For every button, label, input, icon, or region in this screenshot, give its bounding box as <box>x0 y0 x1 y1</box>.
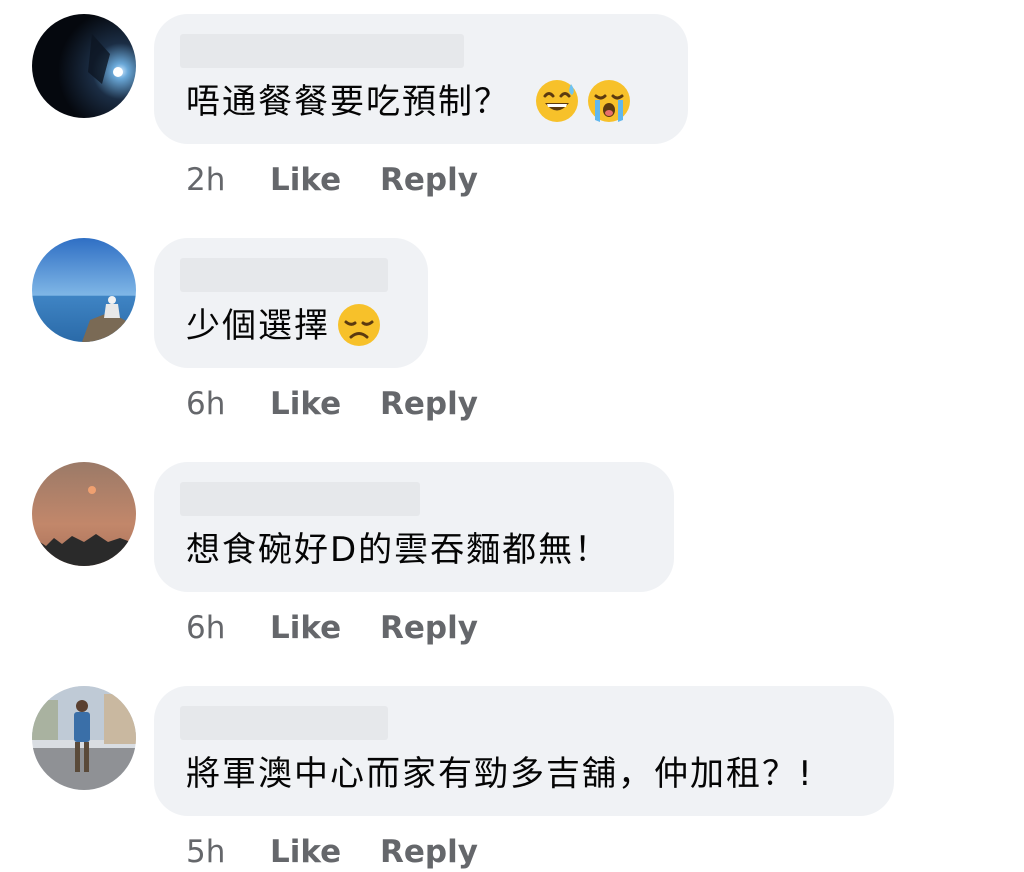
like-button[interactable]: Like <box>270 832 341 872</box>
comment-timestamp: 2h <box>186 162 226 198</box>
reply-button[interactable]: Reply <box>380 160 478 200</box>
comment-text-row: 將軍澳中心而家有勁多吉舖，仲加租？! <box>186 752 814 796</box>
avatar[interactable] <box>32 14 136 118</box>
comment-text: 唔通餐餐要吃預制？ <box>186 82 510 122</box>
comment-text: 想食碗好D的雲吞麵都無！ <box>186 530 611 570</box>
loudly-crying-emoji <box>586 78 632 124</box>
commenter-name-redacted[interactable] <box>180 706 388 740</box>
disappointed-emoji <box>336 302 382 348</box>
comment-bubble: 想食碗好D的雲吞麵都無！ <box>154 462 674 592</box>
comment-text-row: 想食碗好D的雲吞麵都無！ <box>186 528 610 572</box>
comment-timestamp: 6h <box>186 610 226 646</box>
like-button[interactable]: Like <box>270 160 341 200</box>
like-button[interactable]: Like <box>270 384 341 424</box>
comment-bubble: 少個選擇 <box>154 238 428 368</box>
comment-text-row: 少個選擇 <box>186 302 382 351</box>
reply-button[interactable]: Reply <box>380 832 478 872</box>
avatar[interactable] <box>32 462 136 566</box>
comment-text: 少個選擇 <box>186 306 330 346</box>
grinning-sweat-emoji <box>534 78 580 124</box>
avatar[interactable] <box>32 238 136 342</box>
comment-bubble: 將軍澳中心而家有勁多吉舖，仲加租？! <box>154 686 894 816</box>
avatar[interactable] <box>32 686 136 790</box>
commenter-name-redacted[interactable] <box>180 34 464 68</box>
reply-button[interactable]: Reply <box>380 608 478 648</box>
commenter-name-redacted[interactable] <box>180 482 420 516</box>
like-button[interactable]: Like <box>270 608 341 648</box>
comment-text-row: 唔通餐餐要吃預制？ <box>186 78 632 127</box>
comment-timestamp: 6h <box>186 386 226 422</box>
commenter-name-redacted[interactable] <box>180 258 388 292</box>
comment-bubble: 唔通餐餐要吃預制？ <box>154 14 688 144</box>
reply-button[interactable]: Reply <box>380 384 478 424</box>
comment-timestamp: 5h <box>186 834 226 870</box>
comment-text: 將軍澳中心而家有勁多吉舖，仲加租？! <box>186 754 814 794</box>
